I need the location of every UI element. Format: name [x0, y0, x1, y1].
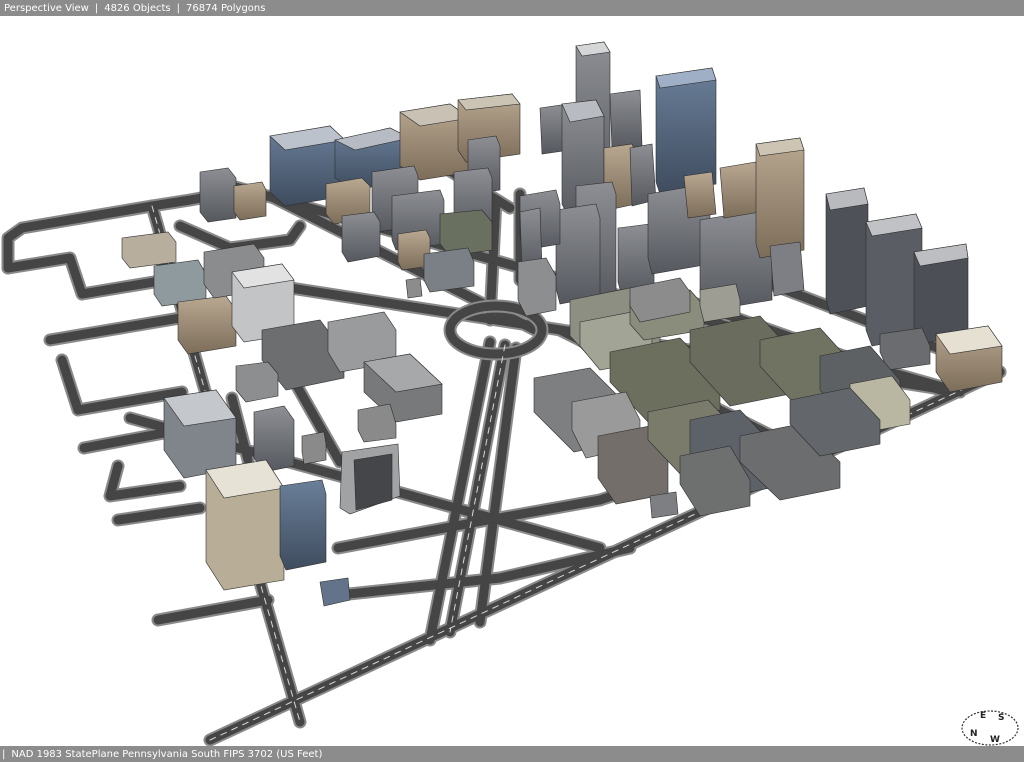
compass-icon[interactable]: E S N W: [960, 706, 1020, 746]
compass-west: W: [990, 735, 1000, 745]
3d-viewport[interactable]: [0, 16, 1024, 746]
compass-north: N: [970, 729, 978, 739]
polygon-count-label: 76874 Polygons: [185, 2, 266, 14]
status-separator: |: [94, 2, 99, 14]
coordinate-system-label: NAD 1983 StatePlane Pennsylvania South F…: [11, 748, 323, 760]
city-scene[interactable]: [0, 16, 1024, 746]
compass-south: S: [998, 713, 1004, 723]
compass-east: E: [980, 711, 986, 721]
compass[interactable]: E S N W: [960, 706, 1020, 746]
view-mode-label: Perspective View: [4, 2, 89, 14]
top-status-bar: Perspective View | 4826 Objects | 76874 …: [0, 0, 1024, 16]
bottom-status-bar: | NAD 1983 StatePlane Pennsylvania South…: [0, 746, 1024, 762]
status-separator: |: [176, 2, 180, 14]
status-separator: |: [2, 748, 6, 760]
object-count-label: 4826 Objects: [104, 2, 171, 14]
